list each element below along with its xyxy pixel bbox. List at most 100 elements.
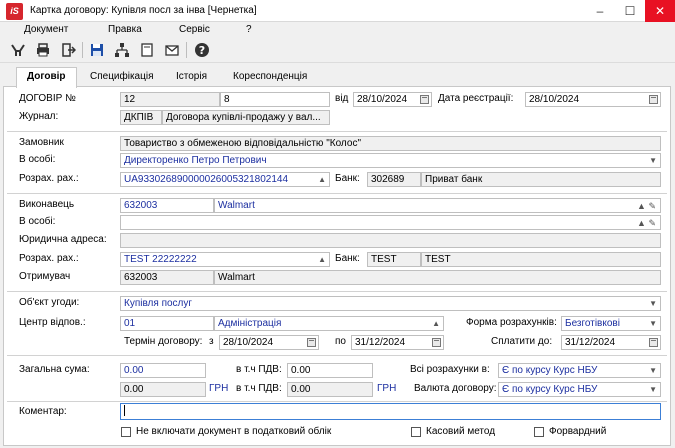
tax-checkbox-label: Не включати документ в податковий облік (136, 426, 332, 437)
tab-correspondence[interactable]: Кореспонденція (223, 68, 317, 86)
center-code-field[interactable]: 01 (120, 316, 214, 331)
chevron-down-icon[interactable]: ▼ (649, 298, 657, 310)
customer-label: Замовник (19, 137, 64, 148)
save-icon[interactable] (87, 40, 107, 60)
total-field[interactable]: 0.00 (120, 363, 206, 378)
vat-field[interactable]: 0.00 (287, 363, 373, 378)
customer-bank-label: Банк: (335, 173, 360, 184)
journal-name-field: Договора купівлі-продажу у вал... (162, 110, 330, 125)
chevron-down-icon[interactable]: ▼ (649, 365, 657, 377)
customer-bank-name: Приват банк (421, 172, 661, 187)
document-icon[interactable] (137, 40, 157, 60)
tab-bar: Договір Специфікація Історія Кореспонден… (0, 66, 675, 88)
chevron-up-icon[interactable]: ▲ (318, 174, 326, 186)
exit-icon[interactable] (58, 40, 78, 60)
menu-service[interactable]: Сервіс (179, 24, 210, 35)
contract-date-field[interactable]: 28/10/2024 (353, 92, 432, 107)
reg-date-field[interactable]: 28/10/2024 (525, 92, 661, 107)
minimize-button[interactable]: – (585, 0, 615, 22)
receiver-code-field: 632003 (120, 270, 214, 285)
executor-person-field[interactable]: ▲ ✎ (120, 215, 661, 230)
contract-prefix-field: 12 (120, 92, 220, 107)
chevron-up-icon[interactable]: ▲ (432, 318, 440, 330)
total-label: Загальна сума: (19, 364, 90, 375)
tree-icon[interactable] (112, 40, 132, 60)
executor-address-label: Юридична адреса: (19, 234, 107, 245)
tax-checkbox[interactable] (121, 427, 131, 437)
forward-label: Форвардний (549, 426, 607, 437)
executor-address-field (120, 233, 661, 248)
edit-icon[interactable]: ▲ ✎ (637, 200, 656, 212)
total-uah-field: 0.00 (120, 382, 206, 397)
contract-number-field[interactable]: 8 (220, 92, 330, 107)
forward-checkbox[interactable] (534, 427, 544, 437)
filter-icon[interactable] (8, 40, 28, 60)
currency-field[interactable]: Є по курсу Курс НБУ ▼ (498, 382, 661, 397)
executor-bank-label: Банк: (335, 253, 360, 264)
close-button[interactable]: ✕ (645, 0, 675, 22)
contract-number-label: ДОГОВІР № (19, 93, 76, 104)
receiver-label: Отримувач (19, 271, 71, 282)
executor-account-field[interactable]: TEST 22222222 ▲ (120, 252, 330, 267)
pay-until-label: Сплатити до: (491, 336, 553, 347)
chevron-down-icon[interactable]: ▼ (649, 384, 657, 396)
term-to-field[interactable]: 31/12/2024 (351, 335, 444, 350)
calendar-icon[interactable] (432, 338, 441, 347)
executor-bank-code: TEST (367, 252, 421, 267)
calendar-icon[interactable] (649, 338, 658, 347)
subject-label: Об'єкт угоди: (19, 297, 80, 308)
tab-specification[interactable]: Специфікація (80, 68, 163, 86)
vat-label: в т.ч ПДВ: (236, 383, 282, 394)
window-title: Картка договору: Купівля посл за інва [Ч… (30, 5, 257, 16)
title-bar: iS Картка договору: Купівля посл за інва… (0, 0, 675, 22)
calendar-icon[interactable] (649, 95, 658, 104)
customer-person-field[interactable]: Директоренко Петро Петрович ▼ (120, 153, 661, 168)
svg-text:?: ? (199, 44, 205, 57)
edit-icon[interactable]: ▲ ✎ (637, 217, 656, 229)
customer-account-field[interactable]: UA933026890000026005321802144 ▲ (120, 172, 330, 187)
executor-code-field[interactable]: 632003 (120, 198, 214, 213)
journal-label: Журнал: (19, 111, 59, 122)
calendar-icon[interactable] (307, 338, 316, 347)
center-name-field[interactable]: Адміністрація ▲ (214, 316, 444, 331)
customer-person-label: В особі: (19, 154, 56, 165)
subject-field[interactable]: Купівля послуг ▼ (120, 296, 661, 311)
currency-label: Валюта договору: (414, 383, 497, 394)
customer-name-field: Товариство з обмеженою відповідальністю … (120, 136, 661, 151)
executor-bank-name: TEST (421, 252, 661, 267)
mail-icon[interactable] (162, 40, 182, 60)
app-logo-icon: iS (6, 3, 23, 20)
executor-account-label: Розрах. рах.: (19, 253, 79, 264)
chevron-up-icon[interactable]: ▲ (318, 254, 326, 266)
cash-method-checkbox[interactable] (411, 427, 421, 437)
term-from-field[interactable]: 28/10/2024 (219, 335, 319, 350)
center-label: Центр відпов.: (19, 317, 86, 328)
all-calc-field[interactable]: Є по курсу Курс НБУ ▼ (498, 363, 661, 378)
tab-history[interactable]: Історія (166, 68, 217, 86)
tab-contract[interactable]: Договір (16, 67, 77, 88)
receiver-name-field: Walmart (214, 270, 661, 285)
comment-input[interactable] (120, 403, 661, 420)
executor-label: Виконавець (19, 199, 75, 210)
payform-label: Форма розрахунків: (466, 317, 557, 328)
journal-code-field: ДКПІВ (120, 110, 162, 125)
print-icon[interactable] (33, 40, 53, 60)
contract-panel: ДОГОВІР № 12 8 від 28/10/2024 Дата реєст… (3, 86, 671, 446)
menu-help[interactable]: ? (246, 24, 252, 35)
chevron-down-icon[interactable]: ▼ (649, 155, 657, 167)
executor-name-field[interactable]: Walmart ▲ ✎ (214, 198, 661, 213)
term-to-label: по (335, 336, 346, 347)
help-icon[interactable]: ? (192, 40, 212, 60)
calendar-icon[interactable] (420, 95, 429, 104)
pay-until-field[interactable]: 31/12/2024 (561, 335, 661, 350)
payform-field[interactable]: Безготівкові ▼ (561, 316, 661, 331)
menu-edit[interactable]: Правка (108, 24, 142, 35)
comment-label: Коментар: (19, 406, 67, 417)
customer-bank-code: 302689 (367, 172, 421, 187)
maximize-button[interactable]: ☐ (615, 0, 645, 22)
uah-label: ГРН (377, 383, 397, 394)
date-from-label: від (335, 93, 349, 104)
chevron-down-icon[interactable]: ▼ (649, 318, 657, 330)
vat-uah-field: 0.00 (287, 382, 373, 397)
menu-document[interactable]: Документ (24, 24, 68, 35)
